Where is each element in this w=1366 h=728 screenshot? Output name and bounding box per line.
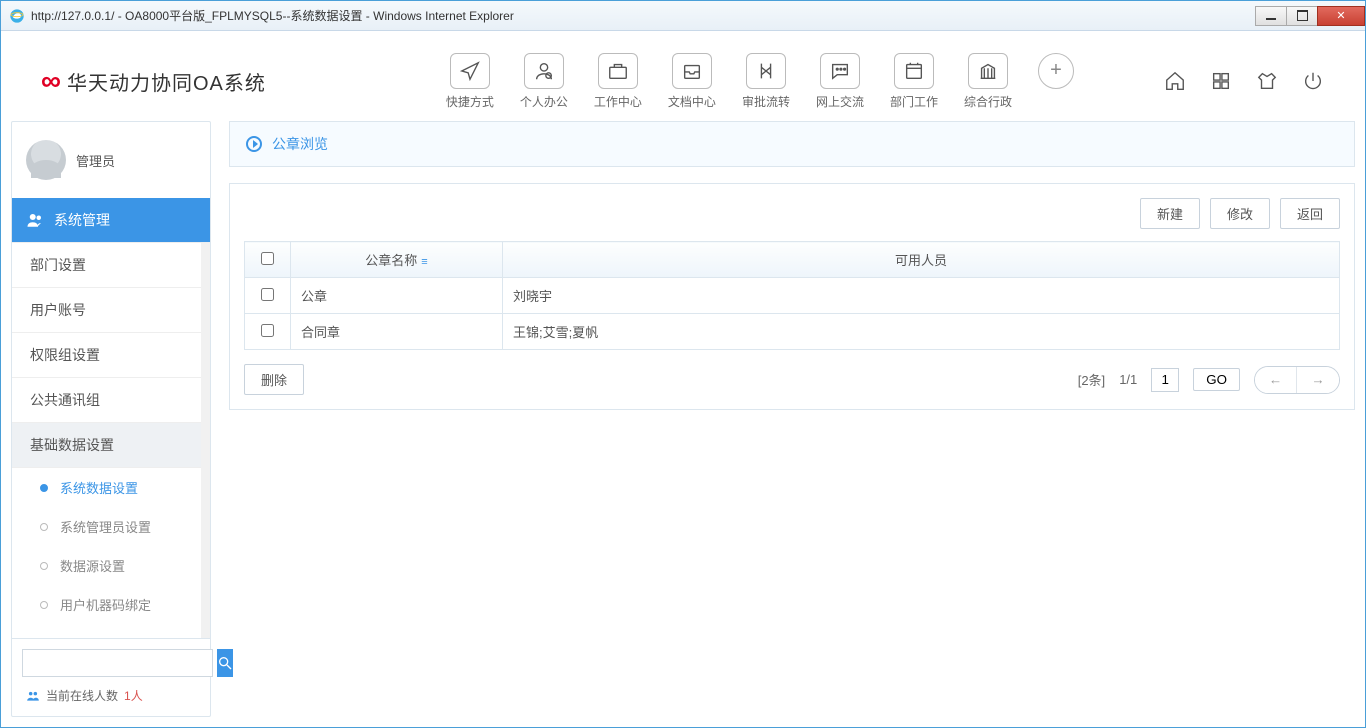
logo-text: 华天动力协同OA系统 [67, 67, 266, 96]
sidebar-sub-sysdata[interactable]: 系统数据设置 [12, 468, 210, 507]
page-title: 公章浏览 [272, 134, 328, 154]
nav-approval[interactable]: 审批流转 [742, 53, 790, 110]
window-title: http://127.0.0.1/ - OA8000平台版_FPLMYSQL5-… [31, 7, 514, 24]
nav-admin[interactable]: 综合行政 [964, 53, 1012, 110]
sidebar-section-title[interactable]: 系统管理 [12, 198, 210, 242]
sort-icon: ≡ [421, 256, 427, 268]
sidebar-item-basedata[interactable]: 基础数据设置 [12, 423, 210, 468]
bullet-icon [40, 523, 48, 531]
sidebar-sub-sysadmin[interactable]: 系统管理员设置 [12, 507, 210, 546]
ie-icon [9, 8, 25, 24]
nav-docs[interactable]: 文档中心 [668, 53, 716, 110]
apps-icon[interactable] [1209, 69, 1233, 93]
power-icon[interactable] [1301, 69, 1325, 93]
people-icon [26, 689, 40, 703]
nav-chat[interactable]: 网上交流 [816, 53, 864, 110]
sidebar-item-users[interactable]: 用户账号 [12, 288, 210, 333]
app-header: ∞ 华天动力协同OA系统 快捷方式 个人办公 工作中心 文档中心 审批流转 网上… [11, 41, 1355, 121]
col-users[interactable]: 可用人员 [503, 242, 1340, 278]
file-tray-icon [672, 53, 712, 89]
nav-dept[interactable]: 部门工作 [890, 53, 938, 110]
select-all-checkbox[interactable] [261, 252, 274, 265]
sidebar-sub-machine[interactable]: 用户机器码绑定 [12, 585, 210, 624]
sidebar-item-contacts[interactable]: 公共通讯组 [12, 378, 210, 423]
nav-personal[interactable]: 个人办公 [520, 53, 568, 110]
add-nav-button[interactable]: + [1038, 53, 1074, 89]
sidebar-sub-datasource[interactable]: 数据源设置 [12, 546, 210, 585]
building-icon [968, 53, 1008, 89]
window-maximize[interactable] [1286, 6, 1318, 26]
scrollbar-thumb[interactable] [202, 243, 209, 323]
page-indicator: 1/1 [1119, 372, 1137, 387]
total-count: [2条] [1078, 370, 1105, 389]
browser-titlebar: http://127.0.0.1/ - OA8000平台版_FPLMYSQL5-… [1, 1, 1365, 31]
prev-page-button[interactable]: ← [1255, 367, 1297, 393]
col-seal-name[interactable]: 公章名称≡ [291, 242, 503, 278]
page-input[interactable] [1151, 368, 1179, 392]
sidebar-item-dept[interactable]: 部门设置 [12, 243, 210, 288]
delete-button[interactable]: 删除 [244, 364, 304, 395]
row-checkbox[interactable] [261, 324, 274, 337]
top-nav: 快捷方式 个人办公 工作中心 文档中心 审批流转 网上交流 部门工作 综合行政 … [446, 53, 1074, 110]
new-button[interactable]: 新建 [1140, 198, 1200, 229]
logo: ∞ 华天动力协同OA系统 [41, 65, 266, 97]
shirt-icon[interactable] [1255, 69, 1279, 93]
seal-table: 公章名称≡ 可用人员 公章 刘晓宇 合同章 [244, 241, 1340, 350]
next-page-button[interactable]: → [1297, 367, 1339, 393]
logo-mark-icon: ∞ [41, 65, 61, 97]
sidebar-search-input[interactable] [22, 649, 213, 677]
bullet-icon [40, 601, 48, 609]
online-status: 当前在线人数 1人 [22, 677, 200, 706]
users-icon [26, 211, 44, 229]
avatar-icon [26, 140, 66, 180]
chat-icon [820, 53, 860, 89]
user-icon [524, 53, 564, 89]
back-button[interactable]: 返回 [1280, 198, 1340, 229]
briefcase-icon [598, 53, 638, 89]
nav-work[interactable]: 工作中心 [594, 53, 642, 110]
table-row[interactable]: 合同章 王锦;艾雪;夏帆 [245, 314, 1340, 350]
edit-button[interactable]: 修改 [1210, 198, 1270, 229]
nav-quick[interactable]: 快捷方式 [446, 53, 494, 110]
user-name: 管理员 [76, 151, 115, 170]
calendar-icon [894, 53, 934, 89]
sidebar: 管理员 系统管理 部门设置 用户账号 权限组设置 公共通讯组 基础数据设置 系统… [11, 121, 211, 717]
sidebar-collapse-handle[interactable] [204, 358, 210, 408]
bullet-icon [40, 484, 48, 492]
paper-plane-icon [450, 53, 490, 89]
window-close[interactable] [1317, 6, 1365, 26]
page-title-bar: 公章浏览 [229, 121, 1355, 167]
sidebar-item-perm[interactable]: 权限组设置 [12, 333, 210, 378]
play-circle-icon [246, 136, 262, 152]
go-button[interactable]: GO [1193, 368, 1240, 391]
main-panel: 新建 修改 返回 公章名称≡ 可用人员 公章 [229, 183, 1355, 410]
flow-icon [746, 53, 786, 89]
row-checkbox[interactable] [261, 288, 274, 301]
table-row[interactable]: 公章 刘晓宇 [245, 278, 1340, 314]
bullet-icon [40, 562, 48, 570]
home-icon[interactable] [1163, 69, 1187, 93]
window-minimize[interactable] [1255, 6, 1287, 26]
profile: 管理员 [12, 122, 210, 198]
